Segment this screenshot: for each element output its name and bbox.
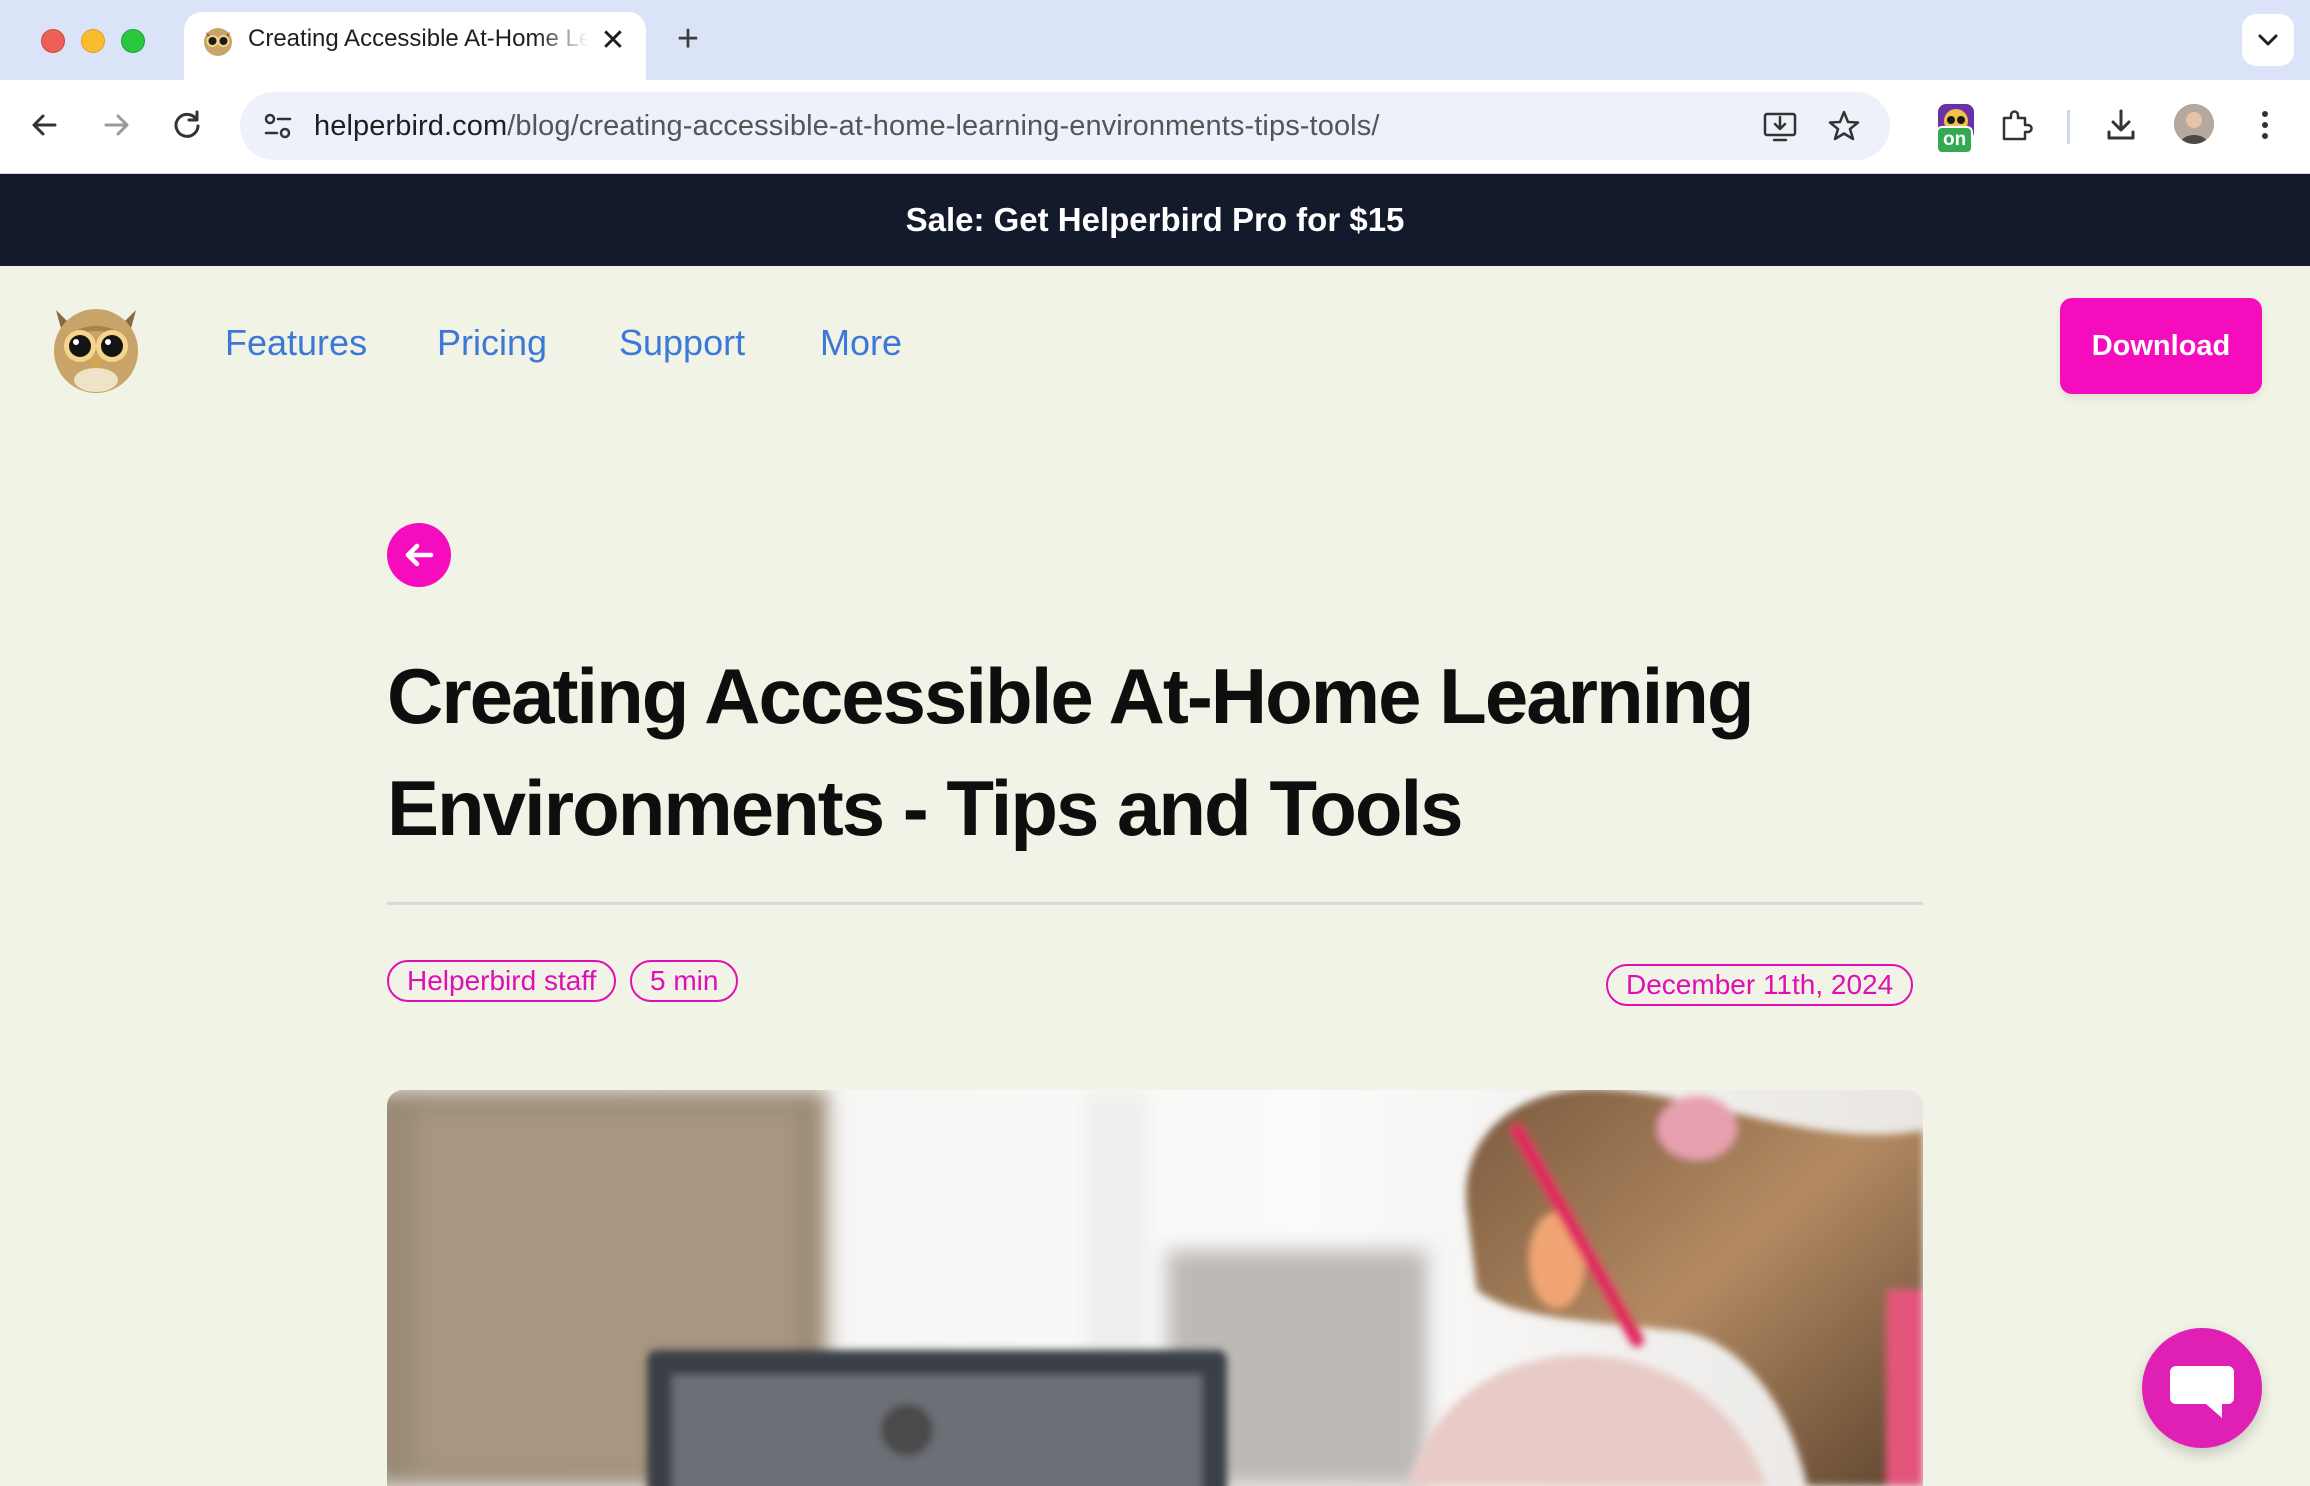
reload-icon[interactable]	[167, 105, 207, 145]
read-time-badge: 5 min	[630, 960, 739, 1002]
forward-arrow-icon[interactable]	[96, 105, 136, 145]
extension-status-badge: on	[1936, 126, 1974, 154]
browser-toolbar: helperbird.com/blog/creating-accessible-…	[0, 80, 2310, 174]
arrow-left-icon	[405, 543, 434, 567]
person-avatar-icon	[2174, 104, 2214, 144]
publish-date-badge: December 11th, 2024	[1606, 964, 1914, 1006]
star-icon[interactable]	[1824, 106, 1864, 146]
extensions-puzzle-icon[interactable]	[1996, 105, 2036, 145]
install-app-icon[interactable]	[1760, 106, 1800, 146]
back-button[interactable]	[387, 523, 451, 587]
nav-pricing-link[interactable]: Pricing	[437, 322, 547, 364]
author-badge: Helperbird staff	[387, 960, 617, 1002]
site-settings-icon[interactable]	[258, 106, 298, 146]
owl-favicon-icon	[204, 28, 232, 56]
chat-widget-button[interactable]	[2142, 1328, 2262, 1448]
plus-icon[interactable]: +	[668, 20, 708, 60]
sale-banner[interactable]: Sale: Get Helperbird Pro for $15	[0, 174, 2310, 266]
article-title: Creating Accessible At-Home Learning Env…	[387, 652, 1755, 852]
maximize-window-button[interactable]	[121, 29, 145, 53]
kebab-menu-icon[interactable]	[2245, 105, 2285, 145]
back-arrow-icon[interactable]	[25, 105, 65, 145]
article-hero-image	[387, 1090, 1923, 1486]
chat-bubble-icon	[2170, 1366, 2234, 1418]
nav-features-link[interactable]: Features	[225, 322, 367, 364]
nav-more-link[interactable]: More	[820, 322, 902, 364]
download-button[interactable]: Download	[2060, 298, 2262, 394]
helperbird-owl-logo[interactable]	[46, 296, 146, 396]
close-window-button[interactable]	[41, 29, 65, 53]
chevron-down-icon	[2258, 34, 2278, 46]
browser-tab-active[interactable]: Creating Accessible At-Home Learning Env…	[184, 12, 646, 80]
download-icon[interactable]	[2101, 105, 2141, 145]
title-divider	[387, 902, 1923, 905]
url-path: /blog/creating-accessible-at-home-learni…	[507, 110, 1380, 142]
url-text[interactable]: helperbird.com/blog/creating-accessible-…	[314, 110, 1379, 143]
toolbar-separator	[2067, 110, 2070, 144]
url-host: helperbird.com	[314, 110, 508, 142]
tab-search-button[interactable]	[2242, 14, 2294, 66]
hero-photo	[387, 1090, 1923, 1486]
address-bar[interactable]: helperbird.com/blog/creating-accessible-…	[240, 92, 1890, 160]
tab-title: Creating Accessible At-Home Learning Env…	[248, 25, 588, 52]
profile-avatar[interactable]	[2174, 104, 2214, 144]
close-icon[interactable]: ✕	[596, 24, 630, 58]
browser-tab-strip: Creating Accessible At-Home Learning Env…	[0, 0, 2310, 80]
nav-support-link[interactable]: Support	[619, 322, 745, 364]
minimize-window-button[interactable]	[81, 29, 105, 53]
